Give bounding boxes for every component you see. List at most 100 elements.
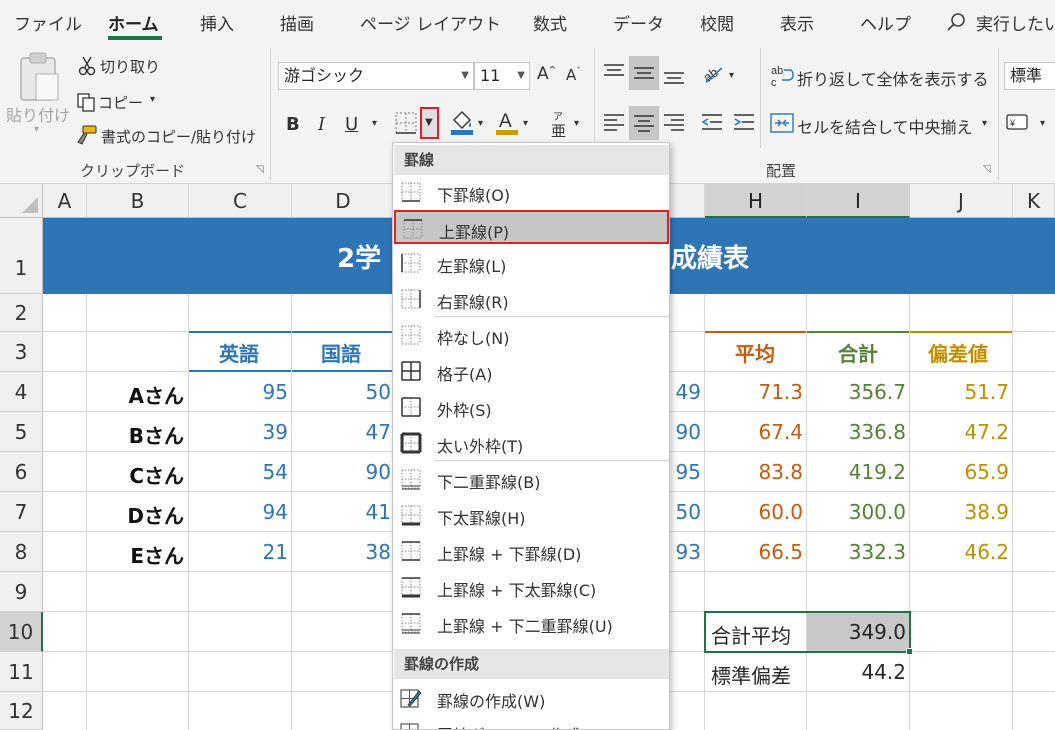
summary-value-avg[interactable]: 349.0: [807, 620, 906, 644]
score-japanese[interactable]: 47: [292, 420, 391, 444]
column-header-j[interactable]: J: [910, 184, 1013, 218]
score-japanese[interactable]: 90: [292, 460, 391, 484]
score-english[interactable]: 21: [189, 540, 288, 564]
row-header-3[interactable]: 3: [0, 332, 43, 372]
menu-item-all-borders[interactable]: 格子(A): [394, 354, 669, 388]
align-right-icon[interactable]: [662, 110, 686, 134]
column-header-h[interactable]: H: [705, 184, 807, 218]
align-center-button[interactable]: [629, 106, 659, 140]
clipboard-launcher-icon[interactable]: ◹: [256, 164, 264, 175]
wrap-text-button[interactable]: 折り返して全体を表示する: [797, 66, 989, 90]
alignment-launcher-icon[interactable]: ◹: [983, 164, 991, 175]
row-header-2[interactable]: 2: [0, 294, 43, 332]
row-header-11[interactable]: 11: [0, 652, 43, 692]
increase-indent-icon[interactable]: [732, 110, 756, 134]
tab-help[interactable]: ヘルプ: [860, 10, 911, 35]
row-header-1[interactable]: 1: [0, 218, 43, 294]
orientation-icon[interactable]: ab: [700, 60, 726, 86]
column-header-c[interactable]: C: [189, 184, 292, 218]
menu-item-top-border[interactable]: 上罫線(P): [394, 210, 669, 244]
italic-button[interactable]: I: [318, 114, 325, 135]
deviation-value[interactable]: 46.2: [910, 540, 1009, 564]
align-middle-button[interactable]: [629, 56, 659, 90]
tab-review[interactable]: 校閲: [700, 10, 734, 35]
row-header-9[interactable]: 9: [0, 572, 43, 612]
cut-button[interactable]: 切り取り: [100, 56, 160, 77]
paste-icon[interactable]: [18, 52, 60, 102]
align-left-icon[interactable]: [602, 110, 626, 134]
score-japanese[interactable]: 41: [292, 500, 391, 524]
score-english[interactable]: 95: [189, 380, 288, 404]
tab-view[interactable]: 表示: [780, 10, 814, 35]
align-bottom-icon[interactable]: [662, 64, 686, 88]
borders-dropdown-button[interactable]: ▼: [420, 107, 439, 139]
average-value[interactable]: 83.8: [705, 460, 803, 484]
column-header-k[interactable]: K: [1013, 184, 1055, 218]
tab-draw[interactable]: 描画: [280, 10, 314, 35]
student-name[interactable]: Bさん: [87, 420, 184, 449]
score-english[interactable]: 54: [189, 460, 288, 484]
average-value[interactable]: 67.4: [705, 420, 803, 444]
row-header-12[interactable]: 12: [0, 692, 43, 730]
deviation-value[interactable]: 38.9: [910, 500, 1009, 524]
tab-insert[interactable]: 挿入: [200, 10, 234, 35]
tab-file[interactable]: ファイル: [14, 10, 82, 35]
menu-item-right-border[interactable]: 右罫線(R): [394, 282, 669, 316]
header-total[interactable]: 合計: [838, 338, 878, 367]
font-color-dropdown-caret[interactable]: ▾: [523, 118, 528, 129]
deviation-value[interactable]: 51.7: [910, 380, 1009, 404]
merge-dropdown-caret[interactable]: ▾: [982, 118, 987, 129]
phonetic-guide-button[interactable]: 亜: [551, 120, 566, 141]
row-header-7[interactable]: 7: [0, 492, 43, 532]
copy-dropdown-caret[interactable]: ▾: [150, 94, 155, 105]
header-english[interactable]: 英語: [219, 338, 259, 367]
row-header-6[interactable]: 6: [0, 452, 43, 492]
font-size-select[interactable]: 11 ▼: [474, 62, 530, 90]
underline-dropdown-caret[interactable]: ▾: [372, 118, 377, 129]
decrease-indent-icon[interactable]: [700, 110, 724, 134]
average-value[interactable]: 66.5: [705, 540, 803, 564]
student-name[interactable]: Aさん: [87, 380, 184, 409]
copy-button[interactable]: コピー: [98, 92, 143, 113]
menu-item-top-and-bottom-border[interactable]: 上罫線 + 下罫線(D): [394, 534, 669, 568]
header-average[interactable]: 平均: [735, 338, 775, 367]
score-japanese[interactable]: 38: [292, 540, 391, 564]
menu-item-draw-border[interactable]: 罫線の作成(W): [394, 681, 669, 715]
phonetic-dropdown-caret[interactable]: ▾: [574, 118, 579, 129]
orientation-dropdown-caret[interactable]: ▾: [729, 70, 734, 81]
tab-data[interactable]: データ: [613, 10, 664, 35]
total-value[interactable]: 419.2: [807, 460, 906, 484]
format-painter-button[interactable]: 書式のコピー/貼り付け: [101, 126, 256, 147]
student-name[interactable]: Dさん: [87, 500, 184, 529]
column-header-d[interactable]: D: [292, 184, 395, 218]
fill-color-icon[interactable]: [449, 108, 475, 136]
menu-item-left-border[interactable]: 左罫線(L): [394, 246, 669, 280]
borders-button-icon[interactable]: [393, 110, 419, 136]
menu-item-bottom-double-border[interactable]: 下二重罫線(B): [394, 462, 669, 496]
fill-color-dropdown-caret[interactable]: ▾: [478, 118, 483, 129]
accounting-dropdown-caret[interactable]: ▾: [1040, 118, 1045, 129]
summary-label-avg[interactable]: 合計平均: [711, 620, 791, 649]
column-header-i[interactable]: I: [807, 184, 910, 218]
header-deviation[interactable]: 偏差値: [928, 338, 988, 367]
font-name-select[interactable]: 游ゴシック ▼: [278, 62, 474, 90]
menu-item-top-and-double-bottom-border[interactable]: 上罫線 + 下二重罫線(U): [394, 606, 669, 640]
accounting-format-icon[interactable]: ¥: [1006, 112, 1036, 134]
menu-item-draw-border-grid[interactable]: 罫線グリッドの作成(G): [394, 715, 669, 729]
menu-item-top-and-thick-bottom-border[interactable]: 上罫線 + 下太罫線(C): [394, 570, 669, 604]
average-value[interactable]: 71.3: [705, 380, 803, 404]
grow-font-icon[interactable]: A^: [537, 64, 556, 84]
menu-item-no-border[interactable]: 枠なし(N): [394, 318, 669, 352]
total-value[interactable]: 336.8: [807, 420, 906, 444]
select-all-button[interactable]: [0, 184, 43, 218]
deviation-value[interactable]: 47.2: [910, 420, 1009, 444]
tell-me-box[interactable]: 実行したい: [976, 10, 1055, 35]
bold-button[interactable]: B: [286, 114, 300, 135]
average-value[interactable]: 60.0: [705, 500, 803, 524]
tab-formulas[interactable]: 数式: [533, 10, 567, 35]
font-color-icon[interactable]: A: [494, 108, 520, 136]
header-japanese[interactable]: 国語: [321, 338, 361, 367]
student-name[interactable]: Cさん: [87, 460, 184, 489]
underline-button[interactable]: U: [345, 114, 358, 135]
menu-item-thick-box-border[interactable]: 太い外枠(T): [394, 426, 669, 460]
